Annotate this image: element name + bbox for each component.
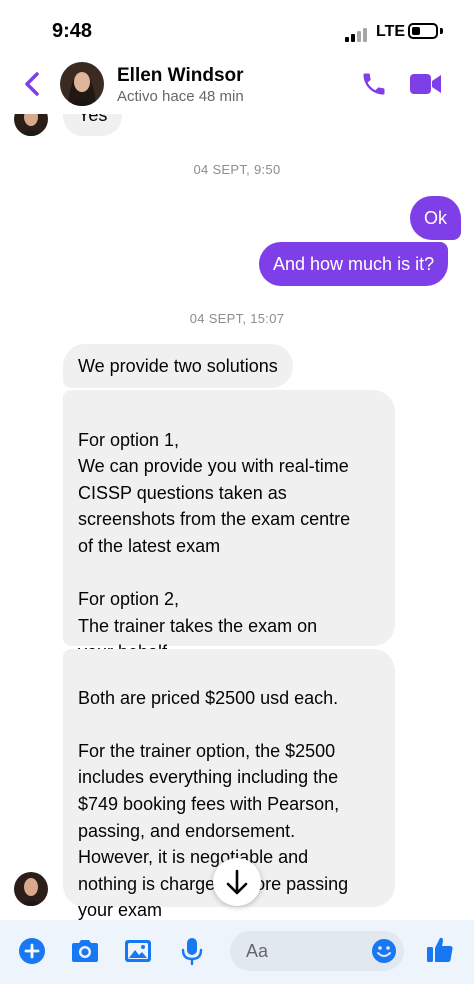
emoji-icon	[372, 939, 396, 963]
message-input[interactable]: Aa	[230, 931, 404, 971]
contact-name[interactable]: Ellen Windsor	[117, 65, 244, 87]
battery-icon	[408, 23, 438, 39]
scroll-to-bottom-button[interactable]	[213, 858, 261, 906]
message-text: Ok	[424, 208, 448, 228]
message-input-placeholder: Aa	[246, 941, 269, 961]
camera-icon	[72, 940, 98, 962]
arrow-down-icon	[226, 869, 248, 895]
signal-icon	[345, 28, 371, 42]
emoji-button[interactable]	[370, 937, 398, 965]
message-composer: Aa	[0, 920, 474, 984]
message-bubble-outgoing[interactable]: Ok	[410, 196, 462, 240]
like-button[interactable]	[424, 934, 456, 966]
gallery-button[interactable]	[123, 936, 153, 966]
video-call-button[interactable]	[409, 72, 443, 96]
battery-tip	[440, 28, 443, 34]
video-camera-icon	[410, 74, 441, 94]
status-bar: 9:48 LTE	[0, 0, 474, 58]
message-text: We provide two solutions	[78, 356, 278, 376]
contact-avatar[interactable]	[60, 62, 104, 106]
contact-avatar-small[interactable]	[14, 872, 48, 906]
image-icon	[125, 940, 151, 962]
message-thread[interactable]: Yes 04 SEPT, 9:50 Ok And how much is it?…	[0, 100, 474, 920]
chevron-left-icon	[25, 72, 39, 96]
thumbs-up-icon	[427, 937, 453, 962]
status-time: 9:48	[52, 20, 93, 42]
camera-button[interactable]	[69, 936, 99, 966]
message-text: For option 1, We can provide you with re…	[78, 429, 351, 663]
back-button[interactable]	[18, 66, 46, 102]
timestamp: 04 SEPT, 15:07	[189, 311, 285, 326]
network-label: LTE	[376, 23, 406, 40]
message-bubble-outgoing[interactable]: And how much is it?	[259, 242, 449, 286]
more-actions-button[interactable]	[17, 936, 47, 966]
microphone-icon	[181, 938, 203, 966]
message-bubble-incoming[interactable]: We provide two solutions	[63, 344, 293, 388]
timestamp: 04 SEPT, 9:50	[193, 162, 281, 177]
conversation-header: Ellen Windsor Activo hace 48 min	[0, 58, 474, 114]
plus-icon	[19, 938, 45, 964]
message-bubble-incoming[interactable]: For option 1, We can provide you with re…	[63, 390, 395, 662]
phone-icon	[363, 73, 385, 95]
voice-message-button[interactable]	[177, 936, 207, 966]
message-text: And how much is it?	[273, 254, 435, 274]
contact-active-status: Activo hace 48 min	[117, 88, 244, 105]
voice-call-button[interactable]	[360, 70, 388, 98]
